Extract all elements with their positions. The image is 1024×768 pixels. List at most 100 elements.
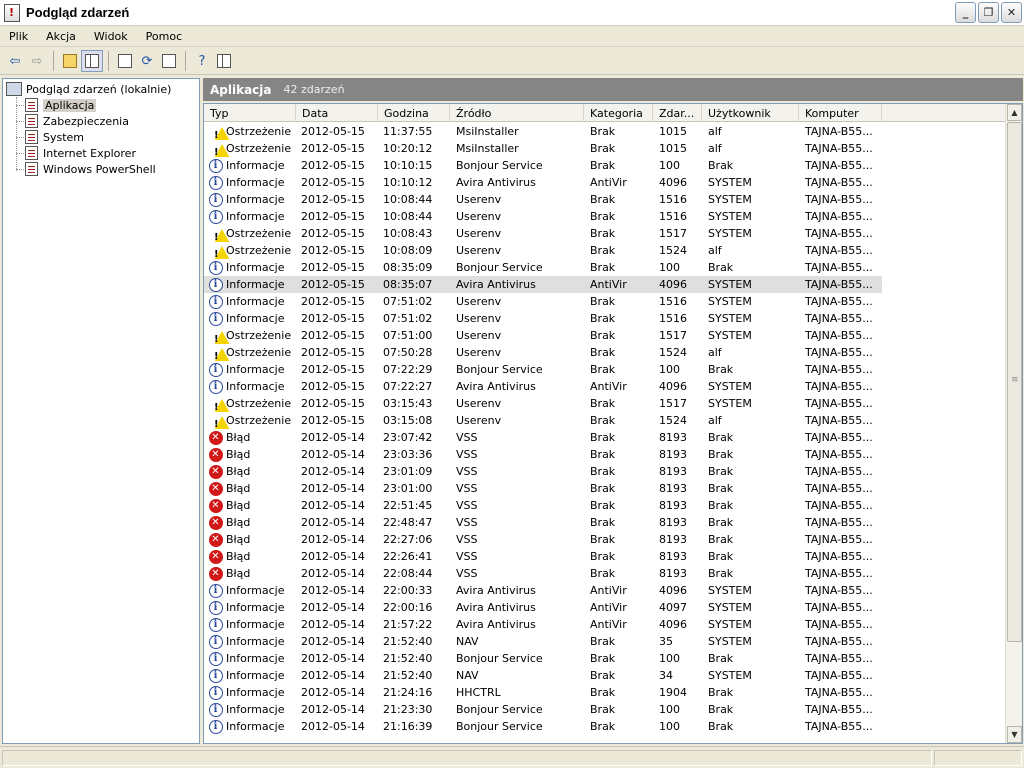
table-row[interactable]: i Informacje 2012-05-14 21:52:40 Bonjour Ser… — [204, 650, 882, 667]
tree-root[interactable]: Podgląd zdarzeń (lokalnie) — [6, 81, 171, 97]
tree-item-aplikacja[interactable]: Aplikacja — [25, 97, 97, 113]
type-label: Informacje — [226, 295, 285, 308]
table-row[interactable]: ✕ Błąd 2012-05-14 22:48:47 VSS Brak 8193 Brak TA… — [204, 514, 882, 531]
type-label: Błąd — [226, 516, 251, 529]
cell-zrodlo: Avira Antivirus — [456, 601, 536, 614]
cell-uzytkownik: Brak — [708, 567, 734, 580]
refresh-icon[interactable]: ⟳ — [136, 50, 158, 72]
back-arrow-icon[interactable]: ⇦ — [4, 50, 26, 72]
properties-icon[interactable] — [114, 50, 136, 72]
export-list-icon[interactable] — [158, 50, 180, 72]
cell-kategoria: Brak — [590, 465, 616, 478]
cell-godzina: 21:57:22 — [383, 618, 433, 631]
forward-arrow-icon[interactable]: ⇨ — [26, 50, 48, 72]
scroll-up-icon[interactable]: ▲ — [1007, 104, 1022, 121]
table-row[interactable]: i Informacje 2012-05-15 08:35:07 Avira Antiv… — [204, 276, 882, 293]
restore-button[interactable]: ❐ — [978, 2, 999, 23]
type-label: Informacje — [226, 363, 285, 376]
menu-pomoc[interactable]: Pomoc — [137, 30, 191, 43]
vertical-scrollbar[interactable]: ▲ ▼ — [1005, 104, 1022, 743]
cell-zdarzenie: 4096 — [659, 278, 687, 291]
tree-item-internet-explorer[interactable]: Internet Explorer — [25, 145, 136, 161]
up-folder-icon[interactable] — [59, 50, 81, 72]
table-row[interactable]: i Informacje 2012-05-14 22:00:16 Avira Antiv… — [204, 599, 882, 616]
table-row[interactable]: i Informacje 2012-05-15 08:35:09 Bonjour Ser… — [204, 259, 882, 276]
table-row[interactable]: i Informacje 2012-05-14 21:23:30 Bonjour Ser… — [204, 701, 882, 718]
cell-kategoria: Brak — [590, 329, 616, 342]
table-row[interactable]: ! Ostrzeżenie 2012-05-15 03:15:43 Userenv Bra… — [204, 395, 882, 412]
console-tree-icon[interactable] — [213, 50, 235, 72]
table-row[interactable]: i Informacje 2012-05-15 10:08:44 Userenv Brak… — [204, 191, 882, 208]
column-kategoria[interactable]: Kategoria — [584, 104, 653, 122]
cell-zrodlo: HHCTRL — [456, 686, 501, 699]
table-row[interactable]: i Informacje 2012-05-15 10:10:15 Bonjour Ser… — [204, 157, 882, 174]
cell-typ: ✕ Błąd — [208, 463, 294, 480]
cell-typ: i Informacje — [208, 582, 294, 599]
column-zdarzenie[interactable]: Zdar... — [653, 104, 702, 122]
tree-item-zabezpieczenia[interactable]: Zabezpieczenia — [25, 113, 129, 129]
menu-akcja[interactable]: Akcja — [37, 30, 85, 43]
table-row[interactable]: ! Ostrzeżenie 2012-05-15 10:08:43 Userenv Bra… — [204, 225, 882, 242]
cell-zrodlo: VSS — [456, 482, 478, 495]
tree-item-system[interactable]: System — [25, 129, 84, 145]
event-list: Typ Data Godzina Źródło Kategoria Zdar..… — [203, 103, 1023, 744]
scroll-down-icon[interactable]: ▼ — [1007, 726, 1022, 743]
table-row[interactable]: ✕ Błąd 2012-05-14 22:26:41 VSS Brak 8193 Brak TA… — [204, 548, 882, 565]
table-row[interactable]: ✕ Błąd 2012-05-14 23:07:42 VSS Brak 8193 Brak TA… — [204, 429, 882, 446]
table-row[interactable]: i Informacje 2012-05-15 10:08:44 Userenv Brak… — [204, 208, 882, 225]
tree-item-windows-powershell[interactable]: Windows PowerShell — [25, 161, 156, 177]
table-row[interactable]: i Informacje 2012-05-15 07:51:02 Userenv Brak… — [204, 310, 882, 327]
table-row[interactable]: ✕ Błąd 2012-05-14 22:27:06 VSS Brak 8193 Brak TA… — [204, 531, 882, 548]
table-row[interactable]: ✕ Błąd 2012-05-14 22:08:44 VSS Brak 8193 Brak TA… — [204, 565, 882, 582]
type-label: Informacje — [226, 635, 285, 648]
table-row[interactable]: i Informacje 2012-05-14 21:57:22 Avira Antiv… — [204, 616, 882, 633]
cell-uzytkownik: SYSTEM — [708, 227, 752, 240]
table-row[interactable]: i Informacje 2012-05-15 10:10:12 Avira Antiv… — [204, 174, 882, 191]
table-row[interactable]: ✕ Błąd 2012-05-14 23:03:36 VSS Brak 8193 Brak TA… — [204, 446, 882, 463]
cell-komputer: TAJNA-B55... — [805, 244, 873, 257]
table-row[interactable]: i Informacje 2012-05-14 21:52:40 NAV Brak 34 SY… — [204, 667, 882, 684]
table-row[interactable]: ✕ Błąd 2012-05-14 23:01:00 VSS Brak 8193 Brak TA… — [204, 480, 882, 497]
minimize-button[interactable]: _ — [955, 2, 976, 23]
table-row[interactable]: ! Ostrzeżenie 2012-05-15 07:51:00 Userenv Bra… — [204, 327, 882, 344]
column-uzytkownik[interactable]: Użytkownik — [702, 104, 799, 122]
cell-data: 2012-05-15 — [301, 278, 365, 291]
cell-typ: ! Ostrzeżenie — [208, 225, 294, 242]
help-icon[interactable]: ? — [191, 50, 213, 72]
table-row[interactable]: ! Ostrzeżenie 2012-05-15 10:20:12 MsiInstall… — [204, 140, 882, 157]
table-row[interactable]: i Informacje 2012-05-14 22:00:33 Avira Antiv… — [204, 582, 882, 599]
cell-komputer: TAJNA-B55... — [805, 703, 873, 716]
cell-uzytkownik: alf — [708, 125, 722, 138]
table-row[interactable]: i Informacje 2012-05-15 07:22:29 Bonjour Ser… — [204, 361, 882, 378]
close-button[interactable]: ✕ — [1001, 2, 1022, 23]
cell-kategoria: Brak — [590, 244, 616, 257]
cell-zdarzenie: 4096 — [659, 380, 687, 393]
cell-komputer: TAJNA-B55... — [805, 431, 873, 444]
table-row[interactable]: ✕ Błąd 2012-05-14 22:51:45 VSS Brak 8193 Brak TA… — [204, 497, 882, 514]
cell-godzina: 07:51:02 — [383, 312, 433, 325]
table-row[interactable]: ! Ostrzeżenie 2012-05-15 11:37:55 MsiInstall… — [204, 123, 882, 140]
column-komputer[interactable]: Komputer — [799, 104, 882, 122]
table-row[interactable]: ! Ostrzeżenie 2012-05-15 07:50:28 Userenv Bra… — [204, 344, 882, 361]
cell-komputer: TAJNA-B55... — [805, 414, 873, 427]
table-row[interactable]: ! Ostrzeżenie 2012-05-15 10:08:09 Userenv Bra… — [204, 242, 882, 259]
table-row[interactable]: i Informacje 2012-05-15 07:51:02 Userenv Brak… — [204, 293, 882, 310]
menu-plik[interactable]: Plik — [0, 30, 37, 43]
show-hide-tree-icon[interactable] — [81, 50, 103, 72]
table-row[interactable]: i Informacje 2012-05-14 21:24:16 HHCTRL Brak 1… — [204, 684, 882, 701]
table-row[interactable]: i Informacje 2012-05-15 07:22:27 Avira Antiv… — [204, 378, 882, 395]
cell-data: 2012-05-15 — [301, 193, 365, 206]
table-row[interactable]: ✕ Błąd 2012-05-14 23:01:09 VSS Brak 8193 Brak TA… — [204, 463, 882, 480]
table-row[interactable]: ! Ostrzeżenie 2012-05-15 03:15:08 Userenv Bra… — [204, 412, 882, 429]
event-count: 42 zdarzeń — [283, 83, 345, 96]
table-row[interactable]: i Informacje 2012-05-14 21:16:39 Bonjour Ser… — [204, 718, 882, 735]
table-row[interactable]: i Informacje 2012-05-14 21:52:40 NAV Brak 35 SY… — [204, 633, 882, 650]
cell-zdarzenie: 1517 — [659, 397, 687, 410]
column-data[interactable]: Data — [296, 104, 378, 122]
column-typ[interactable]: Typ — [204, 104, 296, 122]
menu-widok[interactable]: Widok — [85, 30, 137, 43]
scroll-thumb[interactable] — [1007, 122, 1022, 642]
column-godzina[interactable]: Godzina — [378, 104, 450, 122]
cell-zdarzenie: 8193 — [659, 499, 687, 512]
column-zrodlo[interactable]: Źródło — [450, 104, 584, 122]
